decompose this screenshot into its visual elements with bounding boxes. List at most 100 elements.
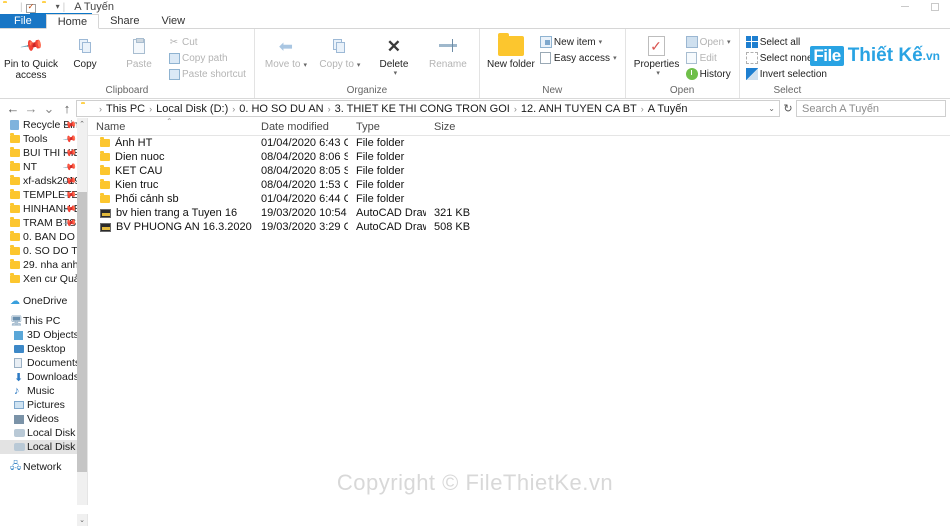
chevron-down-icon[interactable]: ▾ bbox=[303, 62, 307, 69]
new-folder-label: New folder bbox=[487, 59, 535, 70]
tab-view[interactable]: View bbox=[150, 14, 196, 28]
table-row[interactable]: Kien truc 08/04/2020 1:53 CH File folder bbox=[88, 178, 950, 192]
sidebar-item-onedrive[interactable]: ☁ OneDrive bbox=[0, 294, 87, 308]
chevron-down-icon[interactable]: ▾ bbox=[357, 62, 361, 69]
minimize-button[interactable] bbox=[890, 0, 920, 13]
tab-file[interactable]: File bbox=[0, 14, 46, 28]
column-header-type[interactable]: Type bbox=[348, 121, 426, 133]
rename-button[interactable]: Rename bbox=[421, 31, 475, 70]
breadcrumb-item-a-tuyen[interactable]: A Tuyến bbox=[648, 103, 688, 115]
sidebar-item-nha-anh-tuyen[interactable]: 29. nha anh tuyen bbox=[0, 258, 87, 272]
sidebar-item-bui-thi-hien[interactable]: BUI THI HIEN 📌 bbox=[0, 145, 87, 160]
breadcrumb-item-local-disk-d[interactable]: Local Disk (D:) bbox=[156, 103, 228, 115]
chevron-down-icon[interactable]: ▾ bbox=[727, 38, 731, 46]
breadcrumb-separator: › bbox=[327, 103, 331, 114]
folder-icon bbox=[10, 231, 23, 241]
sidebar-item-downloads[interactable]: ⬇ Downloads bbox=[0, 370, 87, 384]
delete-button[interactable]: ✕ Delete ▾ bbox=[367, 31, 421, 78]
table-row[interactable]: BV PHUONG AN 16.3.2020 19/03/2020 3:29 C… bbox=[88, 220, 950, 234]
sidebar-item-documents[interactable]: Documents bbox=[0, 356, 87, 370]
table-row[interactable]: Dien nuoc 08/04/2020 8:06 SA File folder bbox=[88, 150, 950, 164]
pin-to-quick-access-button[interactable]: 📌 Pin to Quick access bbox=[4, 31, 58, 81]
breadcrumb-item-ho-so-du-an[interactable]: 0. HO SO DU AN bbox=[239, 103, 323, 115]
scroll-up-arrow-icon[interactable]: ⌃ bbox=[77, 118, 87, 130]
search-input[interactable]: Search A Tuyến bbox=[796, 100, 946, 117]
sidebar-item-tram-bts[interactable]: TRAM BTS 📌 bbox=[0, 215, 87, 230]
easy-access-button[interactable]: Easy access ▾ bbox=[538, 50, 621, 66]
properties-button[interactable]: Properties ▾ bbox=[630, 31, 684, 78]
back-button[interactable]: ← bbox=[4, 101, 22, 116]
downloads-icon: ⬇ bbox=[14, 371, 24, 384]
chevron-down-icon[interactable]: ▾ bbox=[394, 70, 398, 78]
forward-button[interactable]: → bbox=[22, 101, 40, 116]
invert-selection-button[interactable]: Invert selection bbox=[744, 66, 831, 82]
new-folder-button[interactable]: New folder bbox=[484, 31, 538, 70]
chevron-down-icon[interactable]: ▾ bbox=[613, 54, 617, 62]
sidebar-item-3d-objects[interactable]: 3D Objects bbox=[0, 328, 87, 342]
paste-button[interactable]: Paste bbox=[112, 31, 166, 70]
sidebar-item-label: OneDrive bbox=[23, 295, 68, 307]
copy-path-button[interactable]: Copy path bbox=[166, 50, 250, 66]
sidebar-item-local-disk-c[interactable]: Local Disk (C:) bbox=[0, 426, 87, 440]
new-folder-icon[interactable] bbox=[42, 2, 53, 13]
history-button[interactable]: History bbox=[684, 66, 735, 82]
sidebar-item-desktop[interactable]: Desktop bbox=[0, 342, 87, 356]
table-row[interactable]: bv hien trang a Tuyen 16 19/03/2020 10:5… bbox=[88, 206, 950, 220]
edit-button[interactable]: Edit bbox=[684, 50, 735, 66]
sidebar-item-hinhanh-bc[interactable]: HINHANH BC 📌 bbox=[0, 201, 87, 216]
sidebar-item-recycle-bin[interactable]: Recycle Bin 📌 bbox=[0, 118, 87, 132]
sidebar-item-templete-nh[interactable]: TEMPLETE NH 📌 bbox=[0, 187, 87, 202]
column-header-name[interactable]: Name ⌃ bbox=[88, 117, 253, 133]
sidebar-item-videos[interactable]: Videos bbox=[0, 412, 87, 426]
sidebar-item-xf-adsk2019[interactable]: xf-adsk2019_| 📌 bbox=[0, 173, 87, 188]
table-row[interactable]: Ảnh HT 01/04/2020 6:43 CH File folder bbox=[88, 136, 950, 150]
sidebar-item-music[interactable]: ♪ Music bbox=[0, 384, 87, 398]
recent-locations-button[interactable]: ⌄ bbox=[40, 101, 58, 117]
copy-button[interactable]: Copy bbox=[58, 31, 112, 70]
copy-to-icon bbox=[333, 39, 346, 53]
breadcrumb-separator: › bbox=[149, 103, 153, 114]
chevron-down-icon[interactable]: ▾ bbox=[599, 38, 603, 46]
refresh-button[interactable]: ↻ bbox=[780, 102, 796, 115]
delete-x-icon: ✕ bbox=[386, 36, 402, 56]
sidebar-item-xen-cu-quang-ch[interactable]: Xen cư Quảng Ch bbox=[0, 272, 87, 286]
navigation-pane-scrollbar[interactable]: ⌃ ⌄ bbox=[77, 118, 87, 526]
sidebar-item-this-pc[interactable]: 🖥 This PC bbox=[0, 314, 87, 328]
up-button[interactable]: ↑ bbox=[58, 101, 76, 116]
sidebar-item-tools[interactable]: Tools 📌 bbox=[0, 131, 87, 146]
restore-button[interactable] bbox=[920, 0, 950, 13]
table-row[interactable]: KET CAU 08/04/2020 8:05 SA File folder bbox=[88, 164, 950, 178]
scroll-down-arrow-icon[interactable]: ⌄ bbox=[77, 514, 87, 526]
sidebar-item-so-do-tai-din[interactable]: 0. SO DO TAI DIN bbox=[0, 244, 87, 258]
new-item-label: New item bbox=[553, 36, 596, 48]
sidebar-item-label: NT bbox=[23, 161, 37, 173]
column-header-date-modified[interactable]: Date modified bbox=[253, 121, 348, 133]
copy-to-button[interactable]: Copy to ▾ bbox=[313, 31, 367, 70]
sidebar-item-pictures[interactable]: Pictures bbox=[0, 398, 87, 412]
sidebar-item-local-disk-d[interactable]: Local Disk (D:) bbox=[0, 440, 87, 454]
column-header-size[interactable]: Size bbox=[426, 121, 476, 133]
sidebar-item-nt[interactable]: NT 📌 bbox=[0, 159, 87, 174]
scrollbar-thumb[interactable] bbox=[77, 192, 87, 472]
open-button[interactable]: Open ▾ bbox=[684, 34, 735, 50]
tab-home[interactable]: Home bbox=[45, 14, 100, 29]
folder-icon bbox=[100, 193, 110, 203]
breadcrumb-item-thiet-ke-thi-cong[interactable]: 3. THIET KE THI CONG TRON GOI bbox=[335, 103, 510, 115]
pin-icon[interactable]: 📌 bbox=[62, 131, 77, 146]
chevron-down-icon[interactable]: ▾ bbox=[56, 2, 60, 11]
tab-share[interactable]: Share bbox=[99, 14, 150, 28]
new-item-button[interactable]: New item ▾ bbox=[538, 34, 621, 50]
pin-icon[interactable]: 📌 bbox=[62, 159, 77, 174]
sidebar-item-ban-do-cac[interactable]: 0. BAN DO CAC bbox=[0, 230, 87, 244]
chevron-down-icon[interactable]: ▾ bbox=[656, 70, 660, 78]
table-row[interactable]: Phối cảnh sb 01/04/2020 6:44 CH File fol… bbox=[88, 192, 950, 206]
move-to-button[interactable]: ⬅ Move to ▾ bbox=[259, 31, 313, 71]
paste-shortcut-button[interactable]: Paste shortcut bbox=[166, 66, 250, 82]
properties-check-icon[interactable] bbox=[25, 2, 36, 13]
chevron-down-icon[interactable]: ⌄ bbox=[762, 104, 775, 113]
breadcrumb-item-this-pc[interactable]: This PC bbox=[106, 103, 145, 115]
watermark: Copyright © FileThietKe.vn bbox=[336, 470, 614, 495]
breadcrumb-item-anh-tuyen-ca-bt[interactable]: 12. ANH TUYEN CA BT bbox=[521, 103, 637, 115]
breadcrumb[interactable]: › This PC › Local Disk (D:) › 0. HO SO D… bbox=[76, 100, 780, 117]
cut-button[interactable]: ✂ Cut bbox=[166, 34, 250, 50]
